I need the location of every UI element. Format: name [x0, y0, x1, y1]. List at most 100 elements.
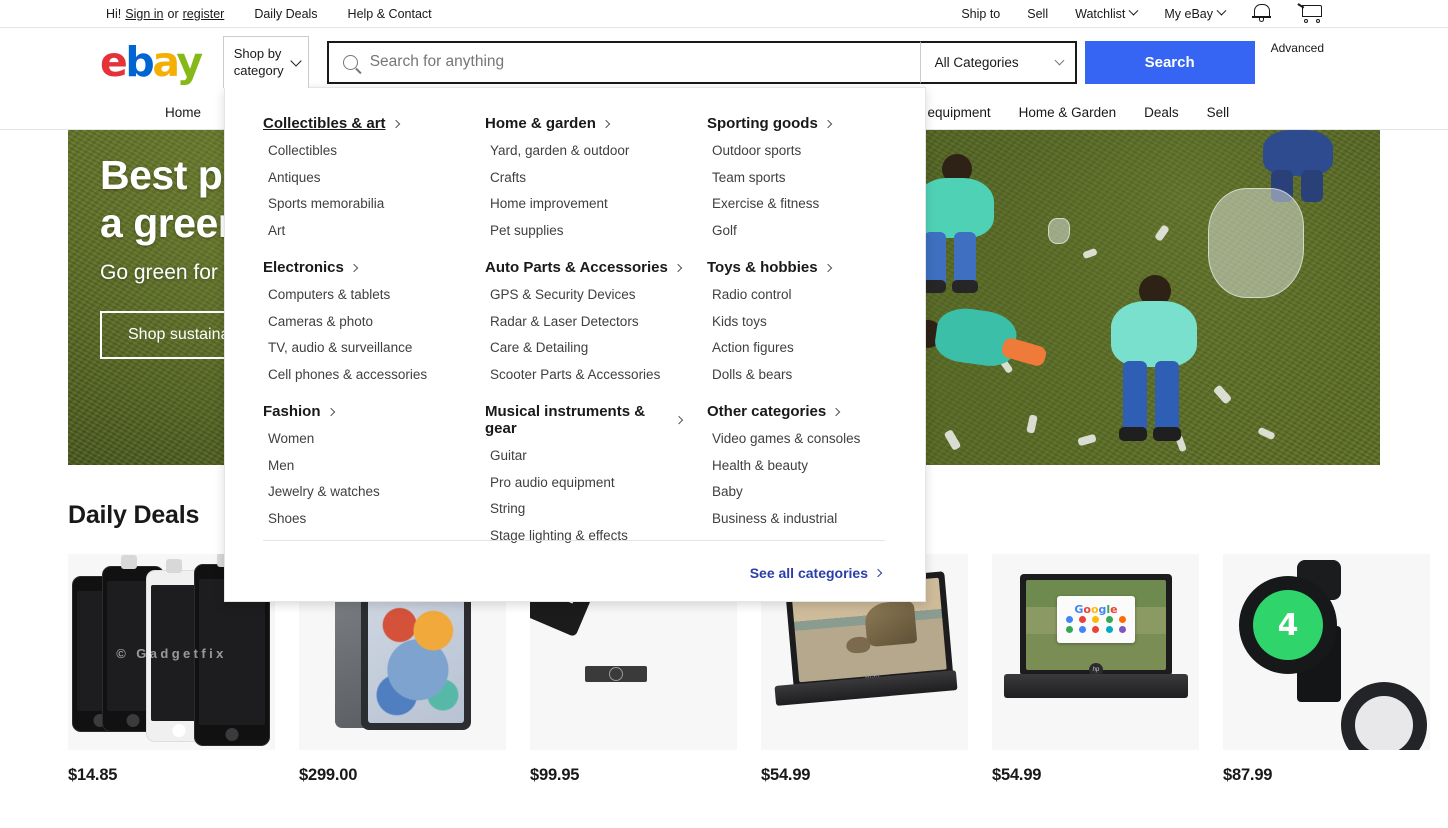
ebay-homepage: Hi! Sign in or register Daily Deals Help… — [0, 0, 1448, 828]
site-header: ebay Shop by category All Categories Sea… — [0, 28, 1448, 96]
daily-deals-link[interactable]: Daily Deals — [254, 7, 317, 21]
shop-by-category-flyout: Collectibles & art Collectibles Antiques… — [224, 87, 926, 602]
cart-icon[interactable] — [1297, 2, 1324, 25]
category-link[interactable]: Care & Detailing — [485, 341, 682, 355]
deal-price: $299.00 — [299, 766, 358, 784]
chevron-right-icon — [673, 263, 683, 272]
galaxy-watch-image[interactable]: 4 — [1223, 554, 1430, 750]
deal-price: $99.95 — [530, 766, 580, 784]
category-link[interactable]: Baby — [707, 485, 885, 499]
category-header-collectibles-art[interactable]: Collectibles & art — [263, 115, 400, 132]
utility-bar: Hi! Sign in or register Daily Deals Help… — [0, 0, 1448, 28]
search-area: All Categories Search Advanced — [326, 40, 1324, 84]
my-ebay-menu[interactable]: My eBay — [1164, 5, 1227, 21]
category-link[interactable]: Scooter Parts & Accessories — [485, 367, 682, 382]
or-text: or — [167, 6, 179, 21]
category-link[interactable]: Team sports — [707, 170, 885, 185]
category-header-fashion[interactable]: Fashion — [263, 403, 335, 420]
ebay-logo[interactable]: ebay — [100, 41, 203, 83]
category-link[interactable]: Guitar — [485, 449, 682, 463]
category-link[interactable]: Health & beauty — [707, 458, 885, 473]
category-header-electronics[interactable]: Electronics — [263, 259, 359, 276]
deal-price: $54.99 — [992, 766, 1042, 784]
category-link[interactable]: Kids toys — [707, 314, 885, 329]
google-logo-text: Google — [1074, 602, 1118, 616]
category-link[interactable]: Radar & Laser Detectors — [485, 314, 682, 329]
category-header-auto-parts[interactable]: Auto Parts & Accessories — [485, 259, 683, 276]
category-link[interactable]: Antiques — [263, 170, 460, 185]
watchlist-label: Watchlist — [1075, 6, 1126, 21]
category-header-sporting-goods[interactable]: Sporting goods — [707, 115, 833, 132]
category-link[interactable]: Yard, garden & outdoor — [485, 144, 682, 158]
nav-item-home-garden[interactable]: Home & Garden — [1019, 105, 1117, 120]
flyout-divider — [263, 540, 885, 541]
category-link[interactable]: Exercise & fitness — [707, 197, 885, 211]
category-link[interactable]: Business & industrial — [707, 511, 885, 526]
category-link[interactable]: Pro audio equipment — [485, 475, 682, 490]
category-link[interactable]: Cameras & photo — [263, 314, 460, 329]
category-group: Electronics Computers & tablets Cameras … — [238, 259, 460, 381]
category-link[interactable]: Home improvement — [485, 197, 682, 211]
category-link[interactable]: Men — [263, 458, 460, 473]
sell-link[interactable]: Sell — [1027, 7, 1048, 21]
chevron-right-icon — [831, 407, 841, 416]
category-link[interactable]: Art — [263, 223, 460, 238]
category-link[interactable]: Collectibles — [263, 144, 460, 158]
category-link[interactable]: TV, audio & surveillance — [263, 341, 460, 355]
shop-by-category-button[interactable]: Shop by category — [222, 36, 309, 88]
deal-card[interactable]: 4 $87.99 — [1223, 554, 1430, 785]
nav-item-deals[interactable]: Deals — [1144, 105, 1179, 120]
search-input[interactable] — [369, 53, 906, 71]
deal-card[interactable]: Google $54.99 — [992, 554, 1199, 785]
category-link[interactable]: Dolls & bears — [707, 367, 885, 382]
category-header-toys-hobbies[interactable]: Toys & hobbies — [707, 259, 832, 276]
hp-chromebook-image[interactable]: Google — [992, 554, 1199, 750]
category-header-label: Musical instruments & gear — [485, 403, 646, 437]
category-link[interactable]: Cell phones & accessories — [263, 367, 460, 382]
category-link[interactable]: Action figures — [707, 341, 885, 355]
search-box[interactable] — [326, 40, 920, 84]
category-link[interactable]: Outdoor sports — [707, 144, 885, 158]
image-watermark: © Gadgetfix — [116, 646, 227, 662]
category-link[interactable]: Radio control — [707, 288, 885, 302]
category-link[interactable]: Shoes — [263, 511, 460, 526]
watchlist-menu[interactable]: Watchlist — [1075, 5, 1139, 21]
ship-to-link[interactable]: Ship to — [961, 7, 1000, 21]
category-link[interactable]: Video games & consoles — [707, 432, 885, 446]
see-all-categories-label: See all categories — [749, 565, 868, 581]
category-link[interactable]: Sports memorabilia — [263, 197, 460, 211]
deal-price: $14.85 — [68, 766, 118, 784]
category-group: Toys & hobbies Radio control Kids toys A… — [682, 259, 885, 381]
category-link[interactable]: Pet supplies — [485, 223, 682, 238]
help-contact-link[interactable]: Help & Contact — [348, 7, 432, 21]
nav-item-home[interactable]: Home — [165, 105, 201, 120]
watch-face-label: 4 — [1253, 590, 1323, 660]
category-header-other-categories[interactable]: Other categories — [707, 403, 841, 420]
see-all-categories-link[interactable]: See all categories — [749, 565, 883, 581]
sign-in-link[interactable]: Sign in — [125, 7, 163, 21]
advanced-search-link[interactable]: Advanced — [1271, 41, 1324, 84]
category-group: Musical instruments & gear Guitar Pro au… — [460, 403, 684, 542]
bell-clapper — [1259, 18, 1264, 22]
cart-wheel-left — [1304, 18, 1308, 23]
deal-price: $87.99 — [1223, 766, 1273, 784]
category-link[interactable]: Golf — [707, 223, 885, 238]
category-header-label: Sporting goods — [707, 115, 818, 132]
category-link[interactable]: Crafts — [485, 170, 682, 185]
category-link[interactable]: GPS & Security Devices — [485, 288, 682, 302]
search-button[interactable]: Search — [1084, 40, 1255, 84]
nav-item-sell[interactable]: Sell — [1207, 105, 1230, 120]
register-link[interactable]: register — [183, 7, 225, 21]
category-header-label: Electronics — [263, 259, 344, 276]
category-header-home-garden[interactable]: Home & garden — [485, 115, 611, 132]
category-select[interactable]: All Categories — [919, 40, 1077, 84]
category-link[interactable]: Jewelry & watches — [263, 485, 460, 499]
category-link[interactable]: Women — [263, 432, 460, 446]
cart-wheel-right — [1316, 18, 1320, 23]
category-header-musical-instruments[interactable]: Musical instruments & gear — [485, 403, 684, 437]
bell-icon[interactable] — [1252, 3, 1271, 24]
category-link[interactable]: String — [485, 502, 682, 516]
category-group: Fashion Women Men Jewelry & watches Shoe… — [238, 403, 460, 542]
search-icon — [342, 54, 358, 70]
category-link[interactable]: Computers & tablets — [263, 288, 460, 302]
